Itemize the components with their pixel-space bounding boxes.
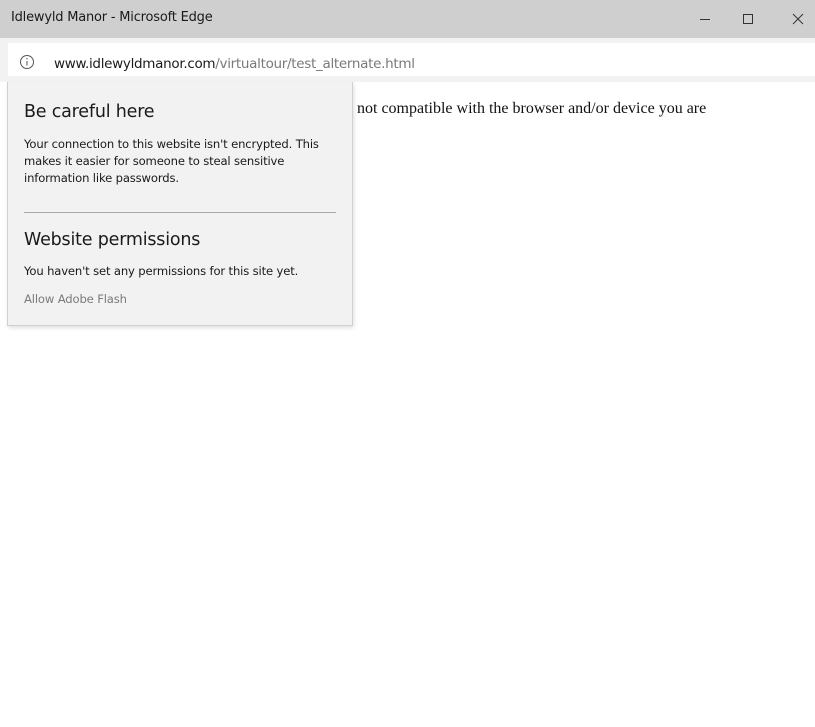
url-domain: www.idlewyldmanor.com xyxy=(54,56,216,72)
close-icon xyxy=(792,13,804,25)
permissions-text: You haven't set any permissions for this… xyxy=(24,264,299,278)
maximize-button[interactable] xyxy=(725,0,771,38)
url-text[interactable]: www.idlewyldmanor.com/virtualtour/test_a… xyxy=(54,56,415,72)
url-path: /virtualtour/test_alternate.html xyxy=(215,56,415,72)
security-warning-text: Your connection to this website isn't en… xyxy=(24,137,319,185)
browser-window: Idlewyld Manor - Microsoft Edge www.idle… xyxy=(0,0,815,727)
window-title: Idlewyld Manor - Microsoft Edge xyxy=(11,10,213,25)
title-bar[interactable]: Idlewyld Manor - Microsoft Edge xyxy=(0,0,815,38)
site-info-flyout: Be careful here Your connection to this … xyxy=(7,82,353,326)
page-message: not compatible with the browser and/or d… xyxy=(357,100,707,117)
flyout-divider xyxy=(24,212,336,213)
security-heading: Be careful here xyxy=(24,102,155,122)
maximize-icon xyxy=(743,14,753,24)
minimize-button[interactable] xyxy=(682,0,728,38)
minimize-icon xyxy=(700,19,710,20)
allow-flash-link[interactable]: Allow Adobe Flash xyxy=(24,292,127,306)
permissions-heading: Website permissions xyxy=(24,230,201,250)
info-icon xyxy=(20,55,34,69)
close-button[interactable] xyxy=(775,0,815,38)
site-info-button[interactable] xyxy=(19,54,35,70)
